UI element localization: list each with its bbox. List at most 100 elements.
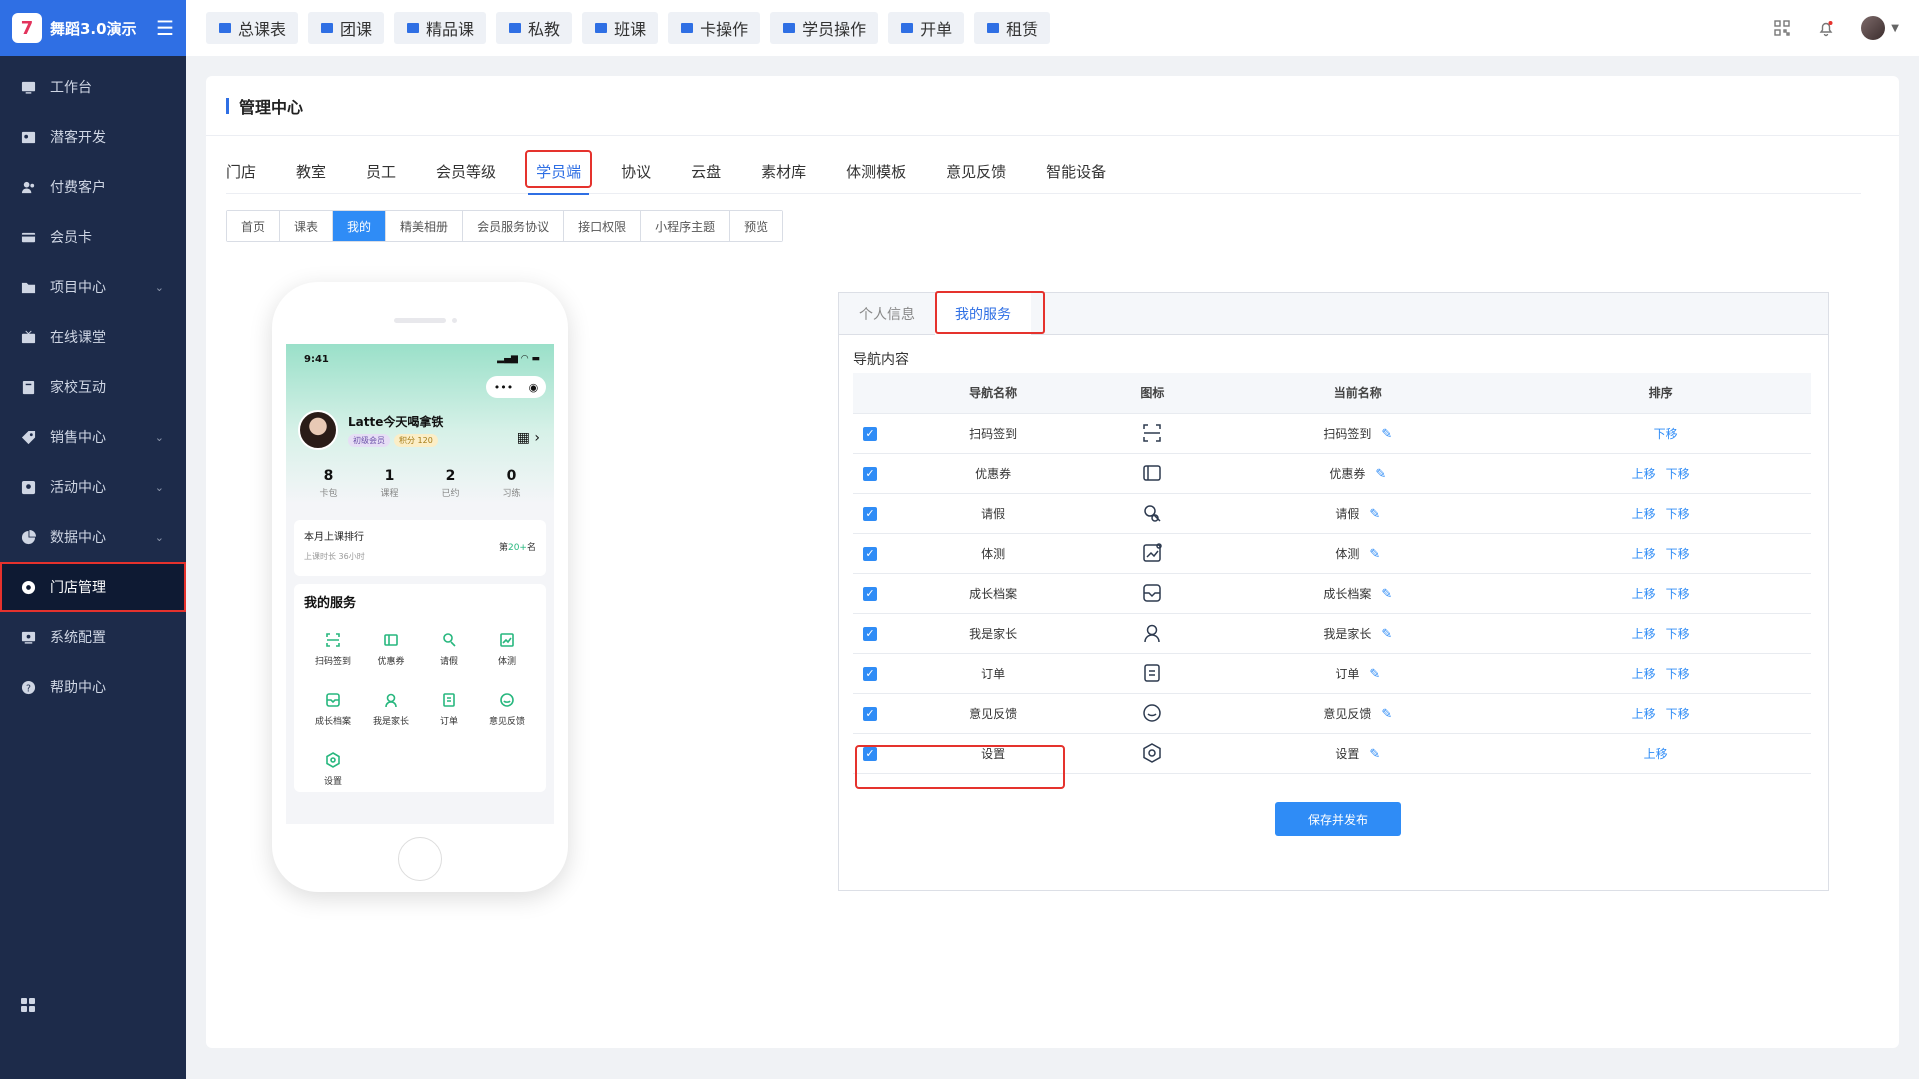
move-down-link[interactable]: 下移 xyxy=(1666,547,1690,561)
quick-action-button[interactable]: 团课 xyxy=(308,12,385,44)
move-down-link[interactable]: 下移 xyxy=(1666,707,1690,721)
quick-action-button[interactable]: 开单 xyxy=(888,12,965,44)
edit-icon[interactable]: ✎ xyxy=(1369,547,1380,562)
move-down-link[interactable]: 下移 xyxy=(1666,507,1690,521)
service-item[interactable]: 成长档案 xyxy=(304,679,362,739)
bell-icon[interactable] xyxy=(1817,19,1835,37)
move-up-link[interactable]: 上移 xyxy=(1632,587,1656,601)
tab-10[interactable]: 智能设备 xyxy=(1026,148,1126,194)
tab-6[interactable]: 云盘 xyxy=(671,148,741,194)
quick-action-button[interactable]: 私教 xyxy=(496,12,573,44)
service-item[interactable]: 我是家长 xyxy=(362,679,420,739)
tab-4[interactable]: 学员端 xyxy=(516,148,601,195)
tab-2[interactable]: 员工 xyxy=(346,148,416,194)
panel-tab-0[interactable]: 个人信息 xyxy=(839,293,935,335)
quick-action-button[interactable]: 总课表 xyxy=(206,12,299,44)
tab-5[interactable]: 协议 xyxy=(601,148,671,194)
sidebar-item-6[interactable]: 家校互动 xyxy=(0,362,186,412)
profile-qrcode-icon[interactable]: ▦ › xyxy=(517,430,540,446)
row-checkbox[interactable]: ✓ xyxy=(863,466,877,481)
sidebar-item-11[interactable]: 系统配置 xyxy=(0,612,186,662)
user-avatar[interactable] xyxy=(1861,16,1886,40)
service-item[interactable]: 请假 xyxy=(420,619,478,679)
apps-grid-icon[interactable] xyxy=(20,997,36,1017)
row-checkbox[interactable]: ✓ xyxy=(863,546,877,561)
tab-8[interactable]: 体测模板 xyxy=(826,148,926,194)
move-down-link[interactable]: 下移 xyxy=(1666,667,1690,681)
tab-1[interactable]: 教室 xyxy=(276,148,346,194)
quick-action-button[interactable]: 班课 xyxy=(582,12,659,44)
move-down-link[interactable]: 下移 xyxy=(1666,627,1690,641)
move-up-link[interactable]: 上移 xyxy=(1632,707,1656,721)
sidebar-item-9[interactable]: 数据中心 ⌄ xyxy=(0,512,186,562)
service-item[interactable]: 设置 xyxy=(304,739,362,799)
service-item[interactable]: 订单 xyxy=(420,679,478,739)
tab-9[interactable]: 意见反馈 xyxy=(926,148,1026,194)
edit-icon[interactable]: ✎ xyxy=(1375,467,1386,482)
sidebar-item-10[interactable]: 门店管理 xyxy=(0,562,186,612)
sidebar-item-5[interactable]: 在线课堂 xyxy=(0,312,186,362)
sidebar-item-4[interactable]: 项目中心 ⌄ xyxy=(0,262,186,312)
subtab-2[interactable]: 我的 xyxy=(333,211,387,241)
service-item[interactable]: 体测 xyxy=(478,619,536,679)
move-down-link[interactable]: 下移 xyxy=(1666,467,1690,481)
tab-0[interactable]: 门店 xyxy=(226,148,276,194)
sidebar-item-2[interactable]: 付费客户 xyxy=(0,162,186,212)
row-checkbox[interactable]: ✓ xyxy=(863,626,877,641)
stat-item[interactable]: 0 习练 xyxy=(487,468,537,499)
row-checkbox[interactable]: ✓ xyxy=(863,506,877,521)
move-down-link[interactable]: 下移 xyxy=(1654,427,1678,441)
subtab-7[interactable]: 预览 xyxy=(730,211,783,241)
panel-tab-1[interactable]: 我的服务 xyxy=(935,291,1045,335)
close-target-icon[interactable]: ◉ xyxy=(529,381,539,394)
tab-3[interactable]: 会员等级 xyxy=(416,148,516,194)
edit-icon[interactable]: ✎ xyxy=(1381,707,1392,722)
sidebar-item-0[interactable]: 工作台 xyxy=(0,62,186,112)
qrcode-icon[interactable] xyxy=(1773,19,1791,37)
stat-item[interactable]: 1 课程 xyxy=(365,468,415,499)
quick-action-button[interactable]: 学员操作 xyxy=(770,12,879,44)
quick-action-button[interactable]: 卡操作 xyxy=(668,12,761,44)
chevron-down-icon[interactable]: ▼ xyxy=(1891,23,1899,34)
sidebar-item-12[interactable]: ? 帮助中心 xyxy=(0,662,186,712)
edit-icon[interactable]: ✎ xyxy=(1381,627,1392,642)
subtab-5[interactable]: 接口权限 xyxy=(564,211,642,241)
move-up-link[interactable]: 上移 xyxy=(1632,627,1656,641)
stat-item[interactable]: 2 已约 xyxy=(426,468,476,499)
sidebar-item-8[interactable]: 活动中心 ⌄ xyxy=(0,462,186,512)
subtab-0[interactable]: 首页 xyxy=(227,211,281,241)
row-checkbox[interactable]: ✓ xyxy=(863,706,877,721)
move-down-link[interactable]: 下移 xyxy=(1666,587,1690,601)
miniapp-capsule[interactable]: ••• ◉ xyxy=(486,376,546,398)
service-item[interactable]: 扫码签到 xyxy=(304,619,362,679)
edit-icon[interactable]: ✎ xyxy=(1369,667,1380,682)
row-checkbox[interactable]: ✓ xyxy=(863,586,877,601)
move-up-link[interactable]: 上移 xyxy=(1644,747,1668,761)
subtab-4[interactable]: 会员服务协议 xyxy=(463,211,565,241)
move-up-link[interactable]: 上移 xyxy=(1632,547,1656,561)
quick-action-button[interactable]: 精品课 xyxy=(394,12,487,44)
subtab-3[interactable]: 精美相册 xyxy=(386,211,464,241)
edit-icon[interactable]: ✎ xyxy=(1369,747,1380,762)
service-item[interactable]: 意见反馈 xyxy=(478,679,536,739)
tab-7[interactable]: 素材库 xyxy=(741,148,826,194)
stat-item[interactable]: 8 卡包 xyxy=(304,468,354,499)
edit-icon[interactable]: ✎ xyxy=(1369,507,1380,522)
row-checkbox[interactable]: ✓ xyxy=(863,426,877,441)
save-publish-button[interactable]: 保存并发布 xyxy=(1275,802,1401,836)
row-checkbox[interactable]: ✓ xyxy=(863,666,877,681)
more-icon[interactable]: ••• xyxy=(494,381,513,394)
edit-icon[interactable]: ✎ xyxy=(1381,587,1392,602)
subtab-1[interactable]: 课表 xyxy=(280,211,334,241)
menu-toggle-icon[interactable]: ☰ xyxy=(156,16,174,40)
sidebar-item-3[interactable]: 会员卡 xyxy=(0,212,186,262)
move-up-link[interactable]: 上移 xyxy=(1632,667,1656,681)
service-item[interactable]: 优惠券 xyxy=(362,619,420,679)
sidebar-item-7[interactable]: 销售中心 ⌄ xyxy=(0,412,186,462)
subtab-6[interactable]: 小程序主题 xyxy=(641,211,731,241)
move-up-link[interactable]: 上移 xyxy=(1632,467,1656,481)
move-up-link[interactable]: 上移 xyxy=(1632,507,1656,521)
quick-action-button[interactable]: 租赁 xyxy=(974,12,1051,44)
edit-icon[interactable]: ✎ xyxy=(1381,427,1392,442)
sidebar-item-1[interactable]: 潜客开发 xyxy=(0,112,186,162)
